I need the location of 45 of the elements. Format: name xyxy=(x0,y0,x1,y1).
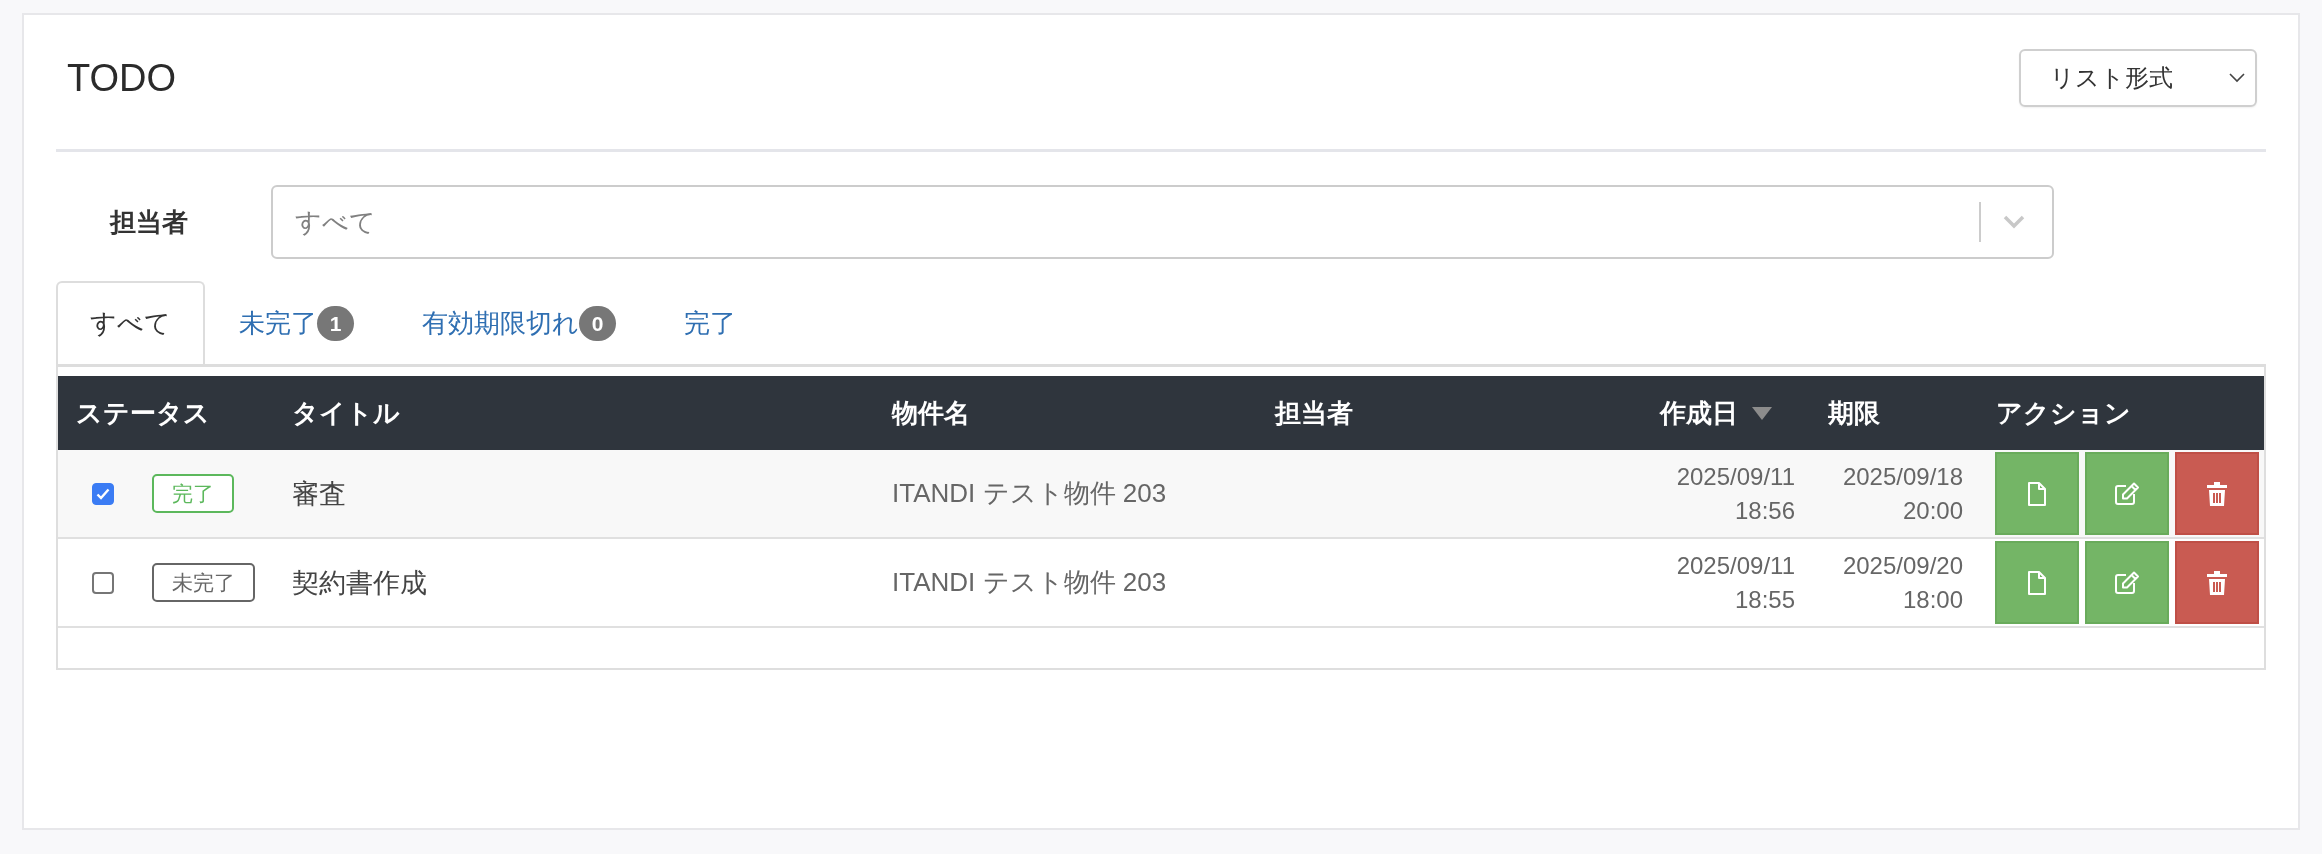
status-tag: 未完了 xyxy=(152,563,255,602)
column-header[interactable]: タイトル xyxy=(292,395,400,431)
count-badge: 1 xyxy=(317,306,354,341)
trash-icon xyxy=(2207,570,2227,595)
edit-icon xyxy=(2114,481,2140,506)
check-icon xyxy=(96,487,110,500)
row-checkbox[interactable] xyxy=(92,482,114,505)
column-header[interactable]: ステータス xyxy=(76,395,210,431)
column-header[interactable]: 物件名 xyxy=(892,395,970,431)
sort-down-icon xyxy=(1752,406,1772,420)
view-button[interactable] xyxy=(1995,452,2079,535)
property-name: ITANDI テスト物件 203 xyxy=(892,566,1167,599)
column-header[interactable]: 担当者 xyxy=(1275,395,1353,431)
document-icon xyxy=(2028,481,2046,506)
count-badge: 0 xyxy=(579,306,616,341)
chevron-down-icon xyxy=(2229,73,2245,83)
edit-icon xyxy=(2114,570,2140,595)
column-header[interactable]: 期限 xyxy=(1828,395,1880,431)
status-tag: 完了 xyxy=(152,474,234,513)
page-title: TODO xyxy=(67,56,177,101)
delete-button[interactable] xyxy=(2175,452,2259,535)
tab[interactable]: 有効期限切れ 0 xyxy=(388,281,650,364)
view-button[interactable] xyxy=(1995,541,2079,624)
document-icon xyxy=(2028,570,2046,595)
chevron-down-icon xyxy=(2003,215,2025,229)
tab[interactable]: 未完了 1 xyxy=(205,281,388,364)
due-date: 2025/09/18 20:00 xyxy=(1842,461,1963,526)
view-select[interactable]: リスト形式 xyxy=(2019,49,2257,107)
edit-button[interactable] xyxy=(2085,452,2169,535)
edit-button[interactable] xyxy=(2085,541,2169,624)
property-name: ITANDI テスト物件 203 xyxy=(892,477,1167,510)
tab[interactable]: 完了 xyxy=(650,281,770,364)
assignee-select[interactable]: すべて xyxy=(271,185,2054,259)
created-date: 2025/09/11 18:56 xyxy=(1676,461,1795,526)
column-header[interactable]: 作成日 xyxy=(1660,395,1772,431)
created-date: 2025/09/11 18:55 xyxy=(1676,550,1795,615)
column-header[interactable]: アクション xyxy=(1996,395,2131,431)
tab[interactable]: すべて xyxy=(56,281,205,364)
delete-button[interactable] xyxy=(2175,541,2259,624)
due-date: 2025/09/20 18:00 xyxy=(1842,550,1963,615)
row-checkbox[interactable] xyxy=(92,571,114,594)
trash-icon xyxy=(2207,481,2227,506)
assignee-label: 担当者 xyxy=(108,205,189,239)
task-title: 契約書作成 xyxy=(292,566,427,600)
task-title: 審査 xyxy=(292,477,346,511)
